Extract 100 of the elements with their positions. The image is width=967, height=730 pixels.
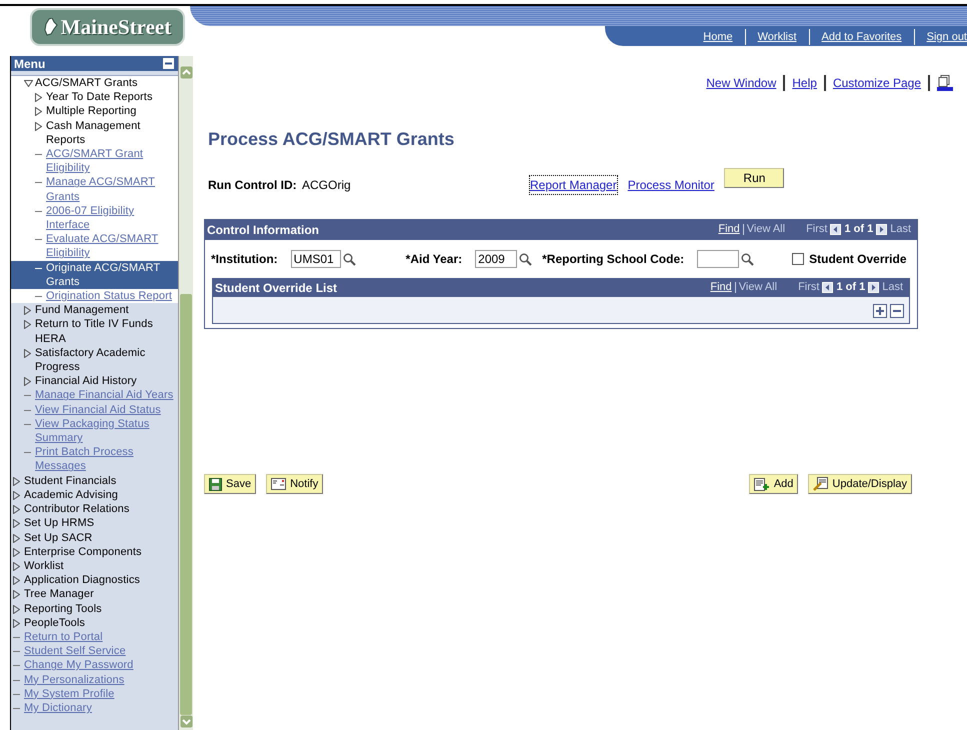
field-label: *Aid Year: <box>406 251 462 268</box>
menu-folder[interactable]: ACG/SMART Grants <box>35 76 138 90</box>
menu-folder[interactable]: Set Up SACR <box>24 530 92 545</box>
last-label: Last <box>890 222 911 238</box>
collapse-icon[interactable] <box>163 58 174 69</box>
dash-icon <box>13 651 20 652</box>
menu-link[interactable]: 2006-07 Eligibility Interface <box>46 204 174 232</box>
action-button[interactable]: Update/Display <box>808 474 912 494</box>
menu-link[interactable]: Manage ACG/SMART Grants <box>46 175 174 204</box>
menu-folder[interactable]: Financial Aid History <box>35 374 137 388</box>
toolbar-link[interactable]: New Window <box>706 74 776 92</box>
menu-link[interactable]: Originate ACG/SMART Grants <box>46 260 174 290</box>
menu-folder[interactable]: Application Diagnostics <box>24 573 140 588</box>
scroll-thumb[interactable] <box>180 294 192 715</box>
scrollbar[interactable] <box>178 56 193 730</box>
nav-link[interactable]: Worklist <box>758 28 797 45</box>
menu-link[interactable]: My Dictionary <box>24 700 92 716</box>
first-label: First <box>798 280 820 296</box>
dash-icon <box>24 395 31 396</box>
dash-icon <box>24 452 31 454</box>
menu-link[interactable]: My Personalizations <box>24 672 124 687</box>
add-row-icon[interactable] <box>873 304 887 318</box>
menu-link[interactable]: Return to Portal <box>24 630 103 644</box>
report-manager-link[interactable]: Report Manager <box>529 175 618 195</box>
toolbar-link[interactable]: Help <box>792 74 817 92</box>
menu-link[interactable]: Change My Password <box>24 658 134 673</box>
search-icon[interactable] <box>342 252 356 266</box>
menu-link[interactable]: Manage Financial Aid Years <box>35 388 174 403</box>
dash-icon <box>13 708 20 709</box>
menu-link[interactable]: Origination Status Report <box>46 289 172 304</box>
menu-folder[interactable]: Fund Management <box>35 303 129 318</box>
dash-icon <box>35 296 42 298</box>
dash-icon <box>13 636 20 638</box>
action-button[interactable]: Notify <box>266 474 324 494</box>
collapsed-triangle-icon <box>24 377 31 386</box>
menu-folder[interactable]: Set Up HRMS <box>24 516 94 530</box>
field-label: *Reporting School Code: <box>542 251 684 268</box>
first-label: First <box>806 222 828 238</box>
find-link[interactable]: Find <box>710 279 732 296</box>
search-icon[interactable] <box>519 252 532 266</box>
nav-link[interactable]: Sign out <box>926 28 967 45</box>
menu-folder[interactable]: Year To Date Reports <box>46 90 153 104</box>
delete-row-icon[interactable] <box>890 304 904 318</box>
menu-link[interactable]: Print Batch Process Messages <box>35 445 174 474</box>
menu-folder[interactable]: Multiple Reporting <box>46 104 136 119</box>
text-input[interactable]: UMS01 <box>290 250 341 268</box>
menu-folder[interactable]: Student Financials <box>24 474 116 488</box>
toolbar-link[interactable]: Customize Page <box>832 74 921 92</box>
collapsed-triangle-icon <box>24 348 31 358</box>
menu-folder[interactable]: Reporting Tools <box>24 602 102 616</box>
menu-link[interactable]: View Packaging Status Summary <box>35 416 174 446</box>
action-button[interactable]: Add <box>748 474 798 494</box>
logo: MaineStreet <box>30 8 185 46</box>
view-all-link[interactable]: View All <box>738 279 778 296</box>
dash-icon <box>35 239 42 240</box>
menu-folder[interactable]: PeopleTools <box>24 616 86 630</box>
dash-icon <box>24 410 31 411</box>
menu-folder[interactable]: Cash Management Reports <box>46 118 174 148</box>
dash-icon <box>35 268 42 269</box>
menu-folder[interactable]: Tree Manager <box>24 587 94 602</box>
state-map-icon <box>44 18 58 36</box>
checkbox-label: Student Override <box>809 251 906 268</box>
field-label: *Institution: <box>211 251 278 268</box>
nav-link[interactable]: Add to Favorites <box>822 28 902 45</box>
process-monitor-link[interactable]: Process Monitor <box>628 176 714 194</box>
view-all-link[interactable]: View All <box>746 221 786 238</box>
run-button[interactable]: Run <box>724 168 784 188</box>
dash-icon <box>35 210 42 212</box>
document-plus-icon <box>754 478 770 490</box>
menu-link[interactable]: Evaluate ACG/SMART Eligibility <box>46 232 174 261</box>
text-input[interactable] <box>697 250 740 268</box>
nav-link[interactable]: Home <box>703 28 733 45</box>
menu-link[interactable]: My System Profile <box>24 686 114 701</box>
menu-folder[interactable]: Satisfactory Academic Progress <box>35 346 174 374</box>
menu-link[interactable]: ACG/SMART Grant Eligibility <box>46 147 174 176</box>
action-button[interactable]: Save <box>204 474 256 494</box>
dash-icon <box>24 424 31 425</box>
document-pencil-icon <box>813 477 828 491</box>
row-count: 1 of 1 <box>836 280 866 296</box>
checkbox[interactable] <box>792 253 804 265</box>
menu-folder[interactable]: Academic Advising <box>24 488 118 502</box>
menu-folder[interactable]: Contributor Relations <box>24 502 130 516</box>
dash-icon <box>35 182 42 184</box>
search-icon[interactable] <box>741 252 754 266</box>
menu-link[interactable]: Student Self Service <box>24 644 126 658</box>
menu-folder[interactable]: Worklist <box>24 558 64 574</box>
run-control-label: Run Control ID: <box>208 177 298 194</box>
text-input[interactable]: 2009 <box>475 250 518 268</box>
menu-title: Menu <box>14 58 46 70</box>
dash-icon <box>13 694 20 695</box>
menu-link[interactable]: View Financial Aid Status <box>35 402 161 417</box>
menu-folder[interactable]: Enterprise Components <box>24 544 142 559</box>
find-link[interactable]: Find <box>718 221 740 238</box>
http-page-icon[interactable] <box>937 75 953 91</box>
dash-icon <box>13 680 20 681</box>
run-control-value: ACGOrig <box>302 177 352 194</box>
row-count: 1 of 1 <box>844 222 874 238</box>
grid-title: Student Override List <box>215 280 338 296</box>
last-label: Last <box>882 280 903 296</box>
menu-folder[interactable]: Return to Title IV Funds HERA <box>35 317 174 346</box>
